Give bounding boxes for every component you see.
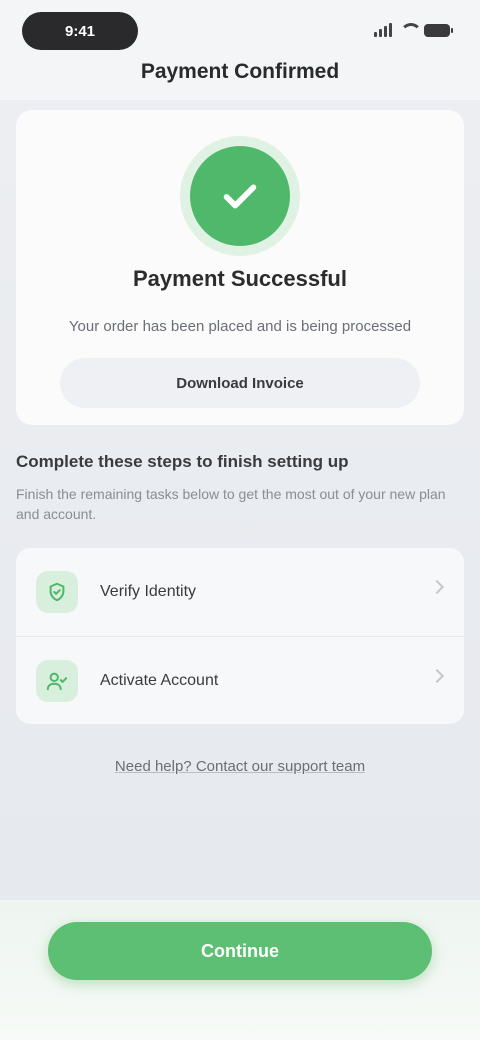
step-label: Activate Account	[100, 671, 219, 689]
status-bar: 9:41	[0, 0, 480, 60]
battery-icon	[424, 23, 453, 37]
chevron-right-icon	[429, 579, 445, 595]
download-invoice-button[interactable]: Download Invoice	[60, 358, 420, 408]
continue-button[interactable]: Continue	[48, 922, 432, 980]
wifi-icon	[399, 23, 422, 37]
success-card: Payment Successful Your order has been p…	[16, 110, 464, 425]
chevron-right-icon	[429, 668, 445, 684]
next-steps-title: Complete these steps to finish setting u…	[16, 452, 349, 471]
signal-icon	[374, 23, 392, 37]
help-link[interactable]: Need help? Contact our support team	[0, 758, 480, 775]
status-icons	[374, 20, 453, 40]
status-time: 9:41	[22, 12, 138, 50]
user-check-icon	[36, 659, 78, 702]
success-subtitle: Your order has been placed and is being …	[68, 318, 412, 335]
shield-check-icon	[36, 571, 78, 613]
success-title: Payment Successful	[133, 266, 347, 291]
next-steps-description: Finish the remaining tasks below to get …	[16, 486, 446, 522]
step-activate-account[interactable]: Activate Account	[16, 636, 464, 724]
step-label: Verify Identity	[100, 583, 197, 600]
steps-list: Verify Identity Activate Account	[16, 548, 464, 724]
success-checkmark-icon	[190, 146, 290, 246]
app-screen: 9:41 Payment Confirmed Payment Successfu…	[0, 0, 480, 1040]
step-verify-identity[interactable]: Verify Identity	[16, 548, 464, 636]
page-title: Payment Confirmed	[140, 60, 340, 83]
